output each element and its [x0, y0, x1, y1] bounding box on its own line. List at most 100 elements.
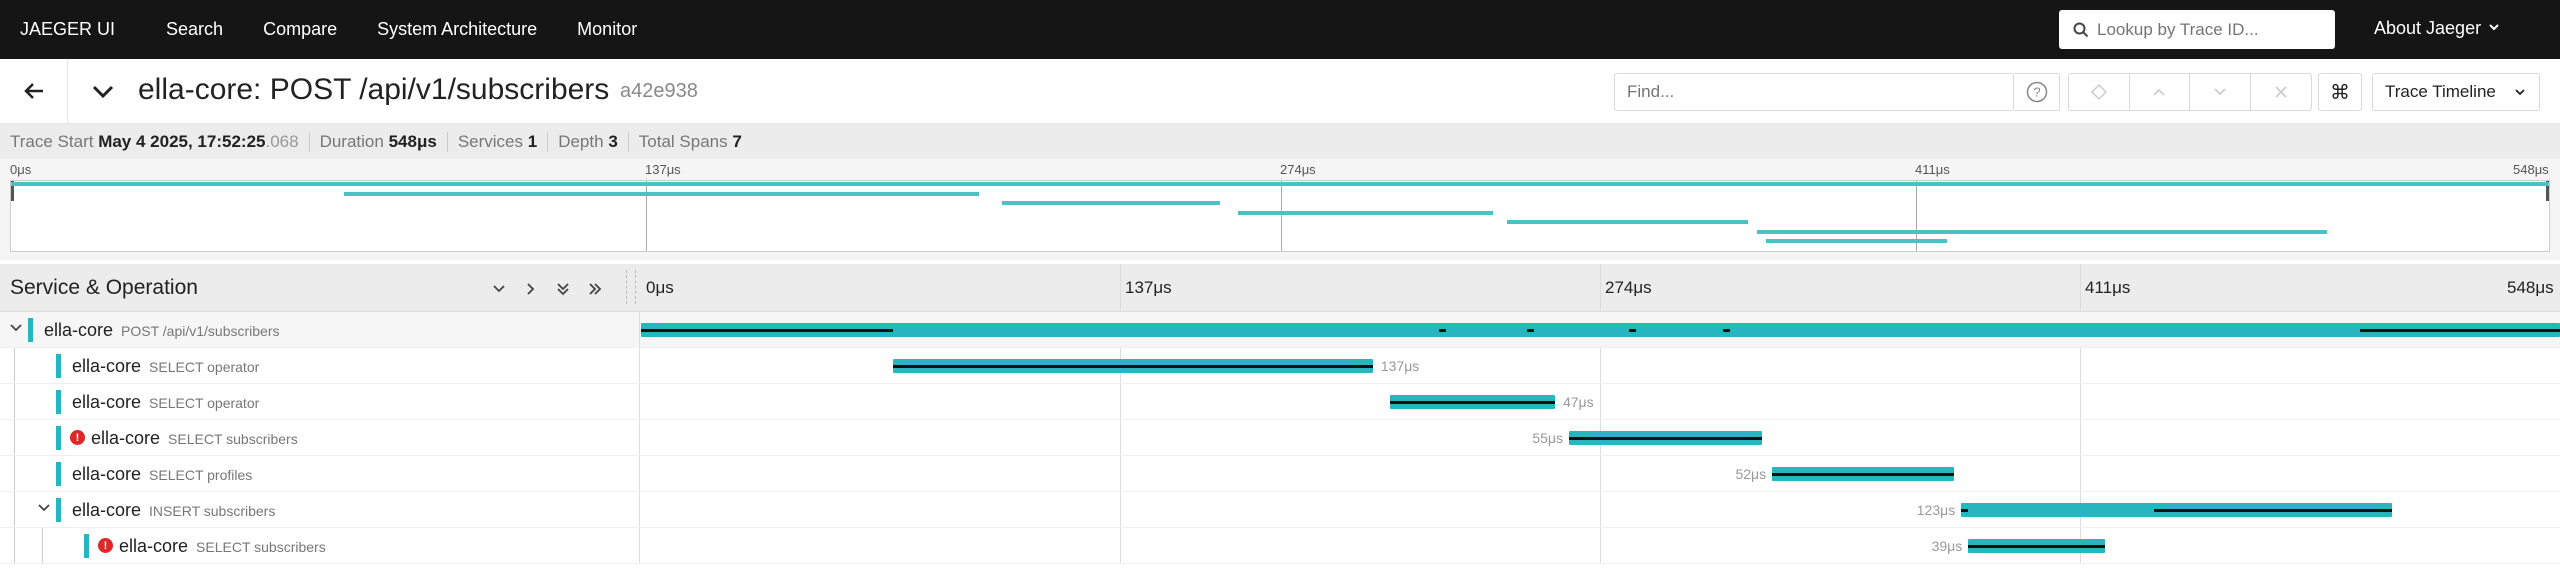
minimap-ticks: 0μs 137μs 274μs 411μs 548μs	[0, 159, 2560, 179]
collapse-one-icon[interactable]	[488, 278, 510, 300]
span-self-time-line	[2360, 329, 2560, 332]
span-row[interactable]: ella-core INSERT subscribers 123μs	[0, 492, 2560, 528]
span-duration-label: 47μs	[1562, 394, 1594, 410]
service-name: ella-core	[72, 356, 142, 376]
minimap-tick: 0μs	[10, 162, 32, 177]
chevron-down-icon	[2487, 18, 2501, 39]
trace-start-label: Trace Start	[10, 131, 94, 151]
expand-one-icon[interactable]	[520, 278, 542, 300]
find-input[interactable]	[1627, 82, 1957, 102]
trace-minimap[interactable]	[10, 180, 2550, 252]
service-operation-header: Service & Operation	[10, 276, 198, 299]
minimap-tick: 137μs	[645, 162, 681, 177]
span-service-name[interactable]: ella-core SELECT profiles	[72, 464, 252, 485]
timeline-tick: 548μs	[2507, 278, 2554, 297]
span-service-name[interactable]: ella-core POST /api/v1/subscribers	[44, 320, 280, 341]
minimap-span-bar	[1506, 220, 1748, 224]
locate-icon	[2090, 83, 2107, 101]
clear-search-button[interactable]	[2251, 74, 2312, 110]
span-self-time-line	[1723, 329, 1731, 332]
collapse-all-icon[interactable]	[552, 278, 574, 300]
trace-lookup[interactable]	[2059, 10, 2335, 49]
span-self-time-line	[1439, 329, 1447, 332]
timeline-tick: 0μs	[646, 278, 674, 297]
trace-start: Trace Start May 4 2025, 17:52:25.068	[10, 131, 310, 152]
span-self-time-line	[641, 329, 894, 332]
span-self-time-line	[1526, 329, 1534, 332]
trace-lookup-input[interactable]	[2097, 19, 2317, 40]
trace-start-fraction: .068	[265, 131, 299, 151]
operation-name: SELECT profiles	[149, 467, 253, 483]
indent-guide	[14, 384, 15, 420]
span-name-cell[interactable]: ! ella-core SELECT subscribers	[0, 420, 640, 456]
span-name-cell[interactable]: ella-core SELECT operator	[0, 348, 640, 384]
services-label: Services	[457, 131, 523, 151]
about-menu[interactable]: About Jaeger	[2374, 18, 2501, 39]
minimap-span-bar	[1002, 201, 1220, 205]
span-row[interactable]: ella-core POST /api/v1/subscribers	[0, 312, 2560, 348]
minimap-span-bar	[1757, 229, 2327, 234]
search-result-nav	[2068, 73, 2312, 111]
expand-collapse-controls	[488, 278, 606, 300]
span-row[interactable]: ella-core SELECT profiles 52μs	[0, 456, 2560, 492]
nav-link-monitor[interactable]: Monitor	[577, 19, 637, 40]
span-row[interactable]: ella-core SELECT operator 137μs	[0, 348, 2560, 384]
span-name-cell[interactable]: ella-core INSERT subscribers	[0, 492, 640, 528]
service-color-bar	[84, 534, 89, 558]
expand-all-icon[interactable]	[584, 278, 606, 300]
minimap-tick: 548μs	[2513, 162, 2549, 177]
operation-name: SELECT subscribers	[168, 431, 298, 447]
view-mode-select[interactable]: Trace Timeline	[2372, 73, 2540, 111]
span-duration-label: 123μs	[1916, 502, 1956, 518]
service-name: ella-core	[72, 500, 142, 520]
depth-label: Depth	[558, 131, 604, 151]
prev-result-button[interactable]	[2130, 74, 2190, 110]
nav-link-search[interactable]: Search	[166, 19, 223, 40]
span-self-time-line	[1628, 329, 1636, 332]
span-duration-label: 137μs	[1380, 358, 1420, 374]
span-self-time-line	[1968, 545, 2105, 548]
span-name-cell[interactable]: ella-core SELECT operator	[0, 384, 640, 420]
span-service-name[interactable]: ella-core SELECT subscribers	[119, 536, 326, 557]
trace-start-value: May 4 2025, 17:52:25	[98, 131, 266, 151]
keyboard-shortcuts-button[interactable]: ⌘	[2318, 73, 2362, 111]
span-name-cell[interactable]: ! ella-core SELECT subscribers	[0, 528, 640, 564]
minimap-span-bar	[1766, 239, 1947, 243]
service-name: ella-core	[119, 536, 189, 556]
expand-toggle-icon[interactable]	[8, 320, 24, 336]
span-service-name[interactable]: ella-core INSERT subscribers	[72, 500, 275, 521]
span-service-name[interactable]: ella-core SELECT operator	[72, 392, 259, 413]
find-box[interactable]	[1614, 73, 2014, 111]
span-bar[interactable]	[641, 323, 2560, 337]
help-button[interactable]: ?	[2014, 73, 2060, 111]
span-self-time-line	[1390, 401, 1555, 404]
back-button[interactable]	[0, 59, 68, 123]
minimap-span-bar	[11, 182, 2549, 186]
expand-toggle-icon[interactable]	[36, 500, 52, 516]
depth: Depth 3	[558, 131, 629, 152]
next-result-button[interactable]	[2190, 74, 2251, 110]
svg-text:?: ?	[2033, 85, 2040, 100]
operation-name: SELECT operator	[149, 395, 260, 411]
minimap-span-bar	[1238, 210, 1494, 215]
nav-link-system-architecture[interactable]: System Architecture	[377, 19, 537, 40]
error-icon: !	[70, 430, 85, 445]
span-service-name[interactable]: ella-core SELECT subscribers	[91, 428, 298, 449]
indent-guide	[14, 456, 15, 492]
collapse-trace-button[interactable]	[88, 77, 118, 107]
view-mode-label: Trace Timeline	[2385, 82, 2496, 101]
command-key-icon: ⌘	[2330, 81, 2350, 104]
indent-guide	[14, 348, 15, 384]
span-row[interactable]: ella-core SELECT operator 47μs	[0, 384, 2560, 420]
locate-button[interactable]	[2069, 74, 2130, 110]
nav-link-compare[interactable]: Compare	[263, 19, 337, 40]
span-row[interactable]: ! ella-core SELECT subscribers 39μs	[0, 528, 2560, 564]
span-row[interactable]: ! ella-core SELECT subscribers 55μs	[0, 420, 2560, 456]
brand-logo[interactable]: JAEGER UI	[20, 19, 115, 40]
duration-label: Duration	[319, 131, 384, 151]
span-name-cell[interactable]: ella-core SELECT profiles	[0, 456, 640, 492]
column-resizer[interactable]	[626, 270, 636, 304]
span-service-name[interactable]: ella-core SELECT operator	[72, 356, 259, 377]
span-self-time-line	[1568, 437, 1762, 440]
span-name-cell[interactable]: ella-core POST /api/v1/subscribers	[0, 312, 640, 348]
